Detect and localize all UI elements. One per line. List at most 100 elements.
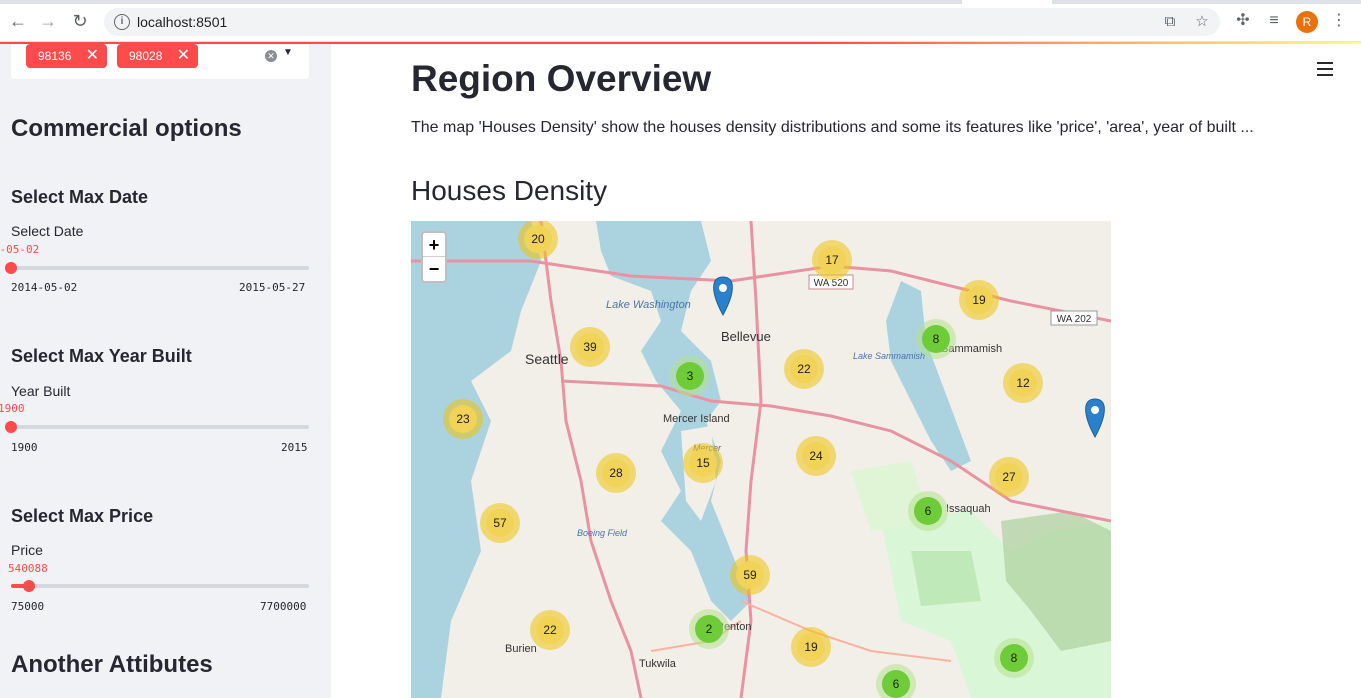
extensions-puzzle-icon[interactable]: ✣ [1234,12,1252,30]
remove-chip-icon[interactable]: ✕ [177,44,190,68]
zoom-in-button[interactable]: + [423,233,445,257]
forward-arrow-icon[interactable]: → [38,11,58,31]
browser-menu-icon[interactable]: ⋮ [1330,12,1348,30]
max-price-heading: Select Max Price [11,506,154,526]
cluster-count: 57 [493,516,507,530]
place-label: Boeing Field [577,528,628,538]
translate-icon[interactable]: ⧉ [1162,14,1178,30]
place-label: Issaquah [946,503,991,515]
route-label: WA 202 [1057,314,1092,325]
place-label: Seattle [525,351,569,367]
date-slider-value: 2014-05-02 [0,243,40,256]
cluster-marker[interactable]: 6 [908,491,948,531]
price-slider-value: 540088 [8,562,48,575]
cluster-marker[interactable]: 59 [730,555,770,595]
date-slider-track[interactable] [11,266,309,270]
date-slider-max: 2015-05-27 [239,281,306,294]
cluster-marker[interactable]: 23 [443,399,483,439]
year-slider-label: Year Built [11,383,71,399]
cluster-marker[interactable]: 17 [812,240,852,280]
zoom-out-button[interactable]: − [423,257,445,281]
site-info-icon[interactable]: i [114,14,130,30]
url-text: localhost:8501 [137,14,228,30]
cluster-marker[interactable]: 24 [796,436,836,476]
cluster-count: 27 [1002,470,1016,484]
cluster-marker[interactable]: 39 [570,327,610,367]
reload-icon[interactable]: ↻ [70,11,90,31]
cluster-count: 19 [804,640,818,654]
cluster-count: 17 [825,253,839,267]
map-tiles: WA 520 WA 202 Seattle Bellevue Mercer Is… [411,221,1111,698]
zipcode-chip[interactable]: 98136 ✕ [26,44,107,68]
cluster-marker[interactable]: 28 [596,453,636,493]
water-label: Lake Sammamish [853,351,925,361]
page-description: The map 'Houses Density' show the houses… [411,119,1254,136]
browser-toolbar: ← → ↻ i localhost:8501 ⧉ ☆ ✣ ≡ R ⋮ [0,0,1361,42]
cluster-marker[interactable]: 22 [530,610,570,650]
profile-avatar[interactable]: R [1296,11,1318,33]
place-label: Burien [505,643,537,655]
houses-density-map[interactable]: WA 520 WA 202 Seattle Bellevue Mercer Is… [411,221,1111,698]
year-slider-max: 2015 [281,441,308,454]
chip-label: 98136 [38,49,72,63]
cluster-count: 19 [972,293,986,307]
cluster-marker[interactable]: 22 [784,349,824,389]
cluster-marker[interactable]: 57 [480,503,520,543]
cluster-count: 12 [1016,376,1030,390]
cluster-marker[interactable]: 3 [670,356,710,396]
date-slider-label: Select Date [11,223,84,239]
date-slider-thumb[interactable] [5,262,17,274]
sidebar: 98136 ✕ 98028 ✕ ✕ ▼ Commercial options S… [0,44,331,698]
cluster-marker[interactable]: 15 [683,443,723,483]
price-slider-track[interactable] [11,584,309,588]
date-slider-min: 2014-05-02 [11,281,78,294]
price-slider-label: Price [11,542,43,558]
price-slider-thumb[interactable] [23,580,35,592]
bookmark-star-icon[interactable]: ☆ [1194,14,1210,30]
year-slider-value: 1900 [0,402,25,415]
year-slider-thumb[interactable] [5,421,17,433]
max-year-heading: Select Max Year Built [11,346,192,366]
page-title: Region Overview [411,58,712,99]
main-content: Region Overview The map 'Houses Density'… [331,44,1361,698]
water-label: Lake Washington [606,299,691,311]
cluster-marker[interactable]: 2 [689,609,729,649]
zoom-control: + − [421,231,447,283]
cluster-marker[interactable]: 8 [916,319,956,359]
year-slider-track[interactable] [11,425,309,429]
cluster-count: 59 [743,568,757,582]
cluster-marker[interactable]: 27 [989,457,1029,497]
place-label: Tukwila [639,658,677,670]
zipcode-chip[interactable]: 98028 ✕ [117,44,198,68]
clear-all-icon[interactable]: ✕ [265,50,277,62]
cluster-marker[interactable]: 12 [1003,363,1043,403]
cluster-count: 22 [543,623,557,637]
another-attributes-heading: Another Attibutes [11,651,213,678]
cluster-count: 3 [687,369,694,383]
cluster-count: 8 [1011,651,1018,665]
place-label: Bellevue [721,329,771,344]
cluster-count: 24 [809,449,823,463]
park-area [911,551,981,606]
cluster-marker[interactable]: 8 [994,638,1034,678]
hamburger-menu-icon[interactable] [1317,62,1333,76]
chevron-down-icon[interactable]: ▼ [283,47,293,58]
cluster-count: 15 [696,456,710,470]
address-bar[interactable]: i localhost:8501 ⧉ ☆ [104,8,1220,36]
chip-label: 98028 [129,49,163,63]
cluster-marker[interactable]: 19 [791,627,831,667]
media-control-icon[interactable]: ≡ [1265,12,1283,30]
back-arrow-icon[interactable]: ← [8,11,28,31]
zipcode-multiselect[interactable]: 98136 ✕ 98028 ✕ ✕ ▼ [11,44,309,79]
active-tab[interactable] [962,0,1052,4]
map-heading: Houses Density [411,175,608,206]
price-slider-min: 75000 [11,600,45,613]
commercial-options-heading: Commercial options [11,115,242,142]
cluster-count: 8 [933,332,940,346]
year-slider-min: 1900 [11,441,38,454]
tab-strip [0,0,1361,4]
cluster-marker[interactable]: 19 [959,280,999,320]
remove-chip-icon[interactable]: ✕ [86,44,99,68]
cluster-count: 2 [706,622,713,636]
cluster-count: 28 [609,466,623,480]
